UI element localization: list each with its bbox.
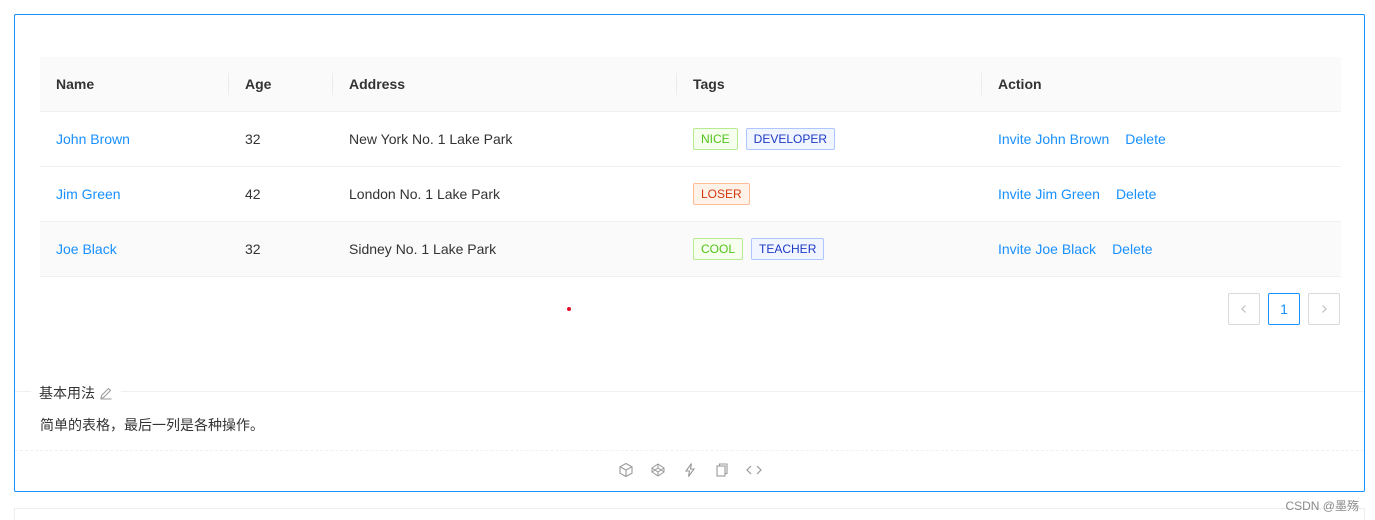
- delete-link[interactable]: Delete: [1116, 186, 1156, 202]
- demo-title-text: 基本用法: [39, 385, 95, 401]
- tag-teacher: TEACHER: [751, 238, 825, 260]
- table-row: John Brown 32 New York No. 1 Lake Park N…: [40, 112, 1341, 167]
- invite-link[interactable]: Invite Joe Black: [998, 241, 1096, 257]
- age-cell: 42: [245, 186, 261, 202]
- delete-link[interactable]: Delete: [1125, 131, 1165, 147]
- tag-cool: COOL: [693, 238, 744, 260]
- column-header-action: Action: [998, 76, 1042, 92]
- name-link[interactable]: Joe Black: [56, 241, 117, 257]
- column-header-name: Name: [40, 57, 229, 111]
- invite-link[interactable]: Invite Jim Green: [998, 186, 1100, 202]
- column-header-age: Age: [229, 57, 333, 111]
- demo-actions: [15, 461, 1364, 479]
- tag-nice: NICE: [693, 128, 738, 150]
- name-link[interactable]: Jim Green: [56, 186, 121, 202]
- demo-title: 基本用法: [31, 383, 121, 403]
- column-header-tags: Tags: [677, 57, 982, 111]
- user-table: Name Age Address Tags Action John Brown …: [40, 57, 1341, 277]
- invite-link[interactable]: Invite John Brown: [998, 131, 1109, 147]
- next-page-button[interactable]: [1308, 293, 1340, 325]
- stackblitz-icon[interactable]: [681, 461, 699, 479]
- pagination: 1: [1228, 293, 1340, 325]
- demo-description: 简单的表格，最后一列是各种操作。: [40, 417, 264, 433]
- chevron-left-icon: [1241, 305, 1246, 313]
- copy-icon[interactable]: [713, 461, 731, 479]
- prev-page-button[interactable]: [1228, 293, 1260, 325]
- delete-link[interactable]: Delete: [1112, 241, 1152, 257]
- table-row: Joe Black 32 Sidney No. 1 Lake Park COOL…: [40, 222, 1341, 277]
- address-cell: New York No. 1 Lake Park: [349, 131, 513, 147]
- address-cell: London No. 1 Lake Park: [349, 186, 500, 202]
- age-cell: 32: [245, 131, 261, 147]
- codepen-icon[interactable]: [649, 461, 667, 479]
- tag-developer: DEVELOPER: [745, 128, 836, 150]
- demo-card: Name Age Address Tags Action John Brown …: [14, 14, 1365, 492]
- next-card: [14, 508, 1365, 520]
- address-cell: Sidney No. 1 Lake Park: [349, 241, 497, 257]
- table-row: Jim Green 42 London No. 1 Lake Park LOSE…: [40, 167, 1341, 222]
- edit-icon[interactable]: [99, 386, 113, 400]
- cursor-dot: [567, 307, 571, 311]
- page-1-button[interactable]: 1: [1268, 293, 1300, 325]
- divider: [15, 391, 1364, 392]
- chevron-right-icon: [1322, 305, 1327, 313]
- age-cell: 32: [245, 241, 261, 257]
- codesandbox-icon[interactable]: [617, 461, 635, 479]
- column-header-address: Address: [333, 57, 677, 111]
- tag-loser: LOSER: [693, 183, 750, 205]
- table-header: Name Age Address Tags Action: [40, 57, 1341, 112]
- code-icon[interactable]: [745, 461, 763, 479]
- divider: [15, 450, 1364, 451]
- name-link[interactable]: John Brown: [56, 131, 130, 147]
- watermark: CSDN @墨殇: [1285, 499, 1359, 513]
